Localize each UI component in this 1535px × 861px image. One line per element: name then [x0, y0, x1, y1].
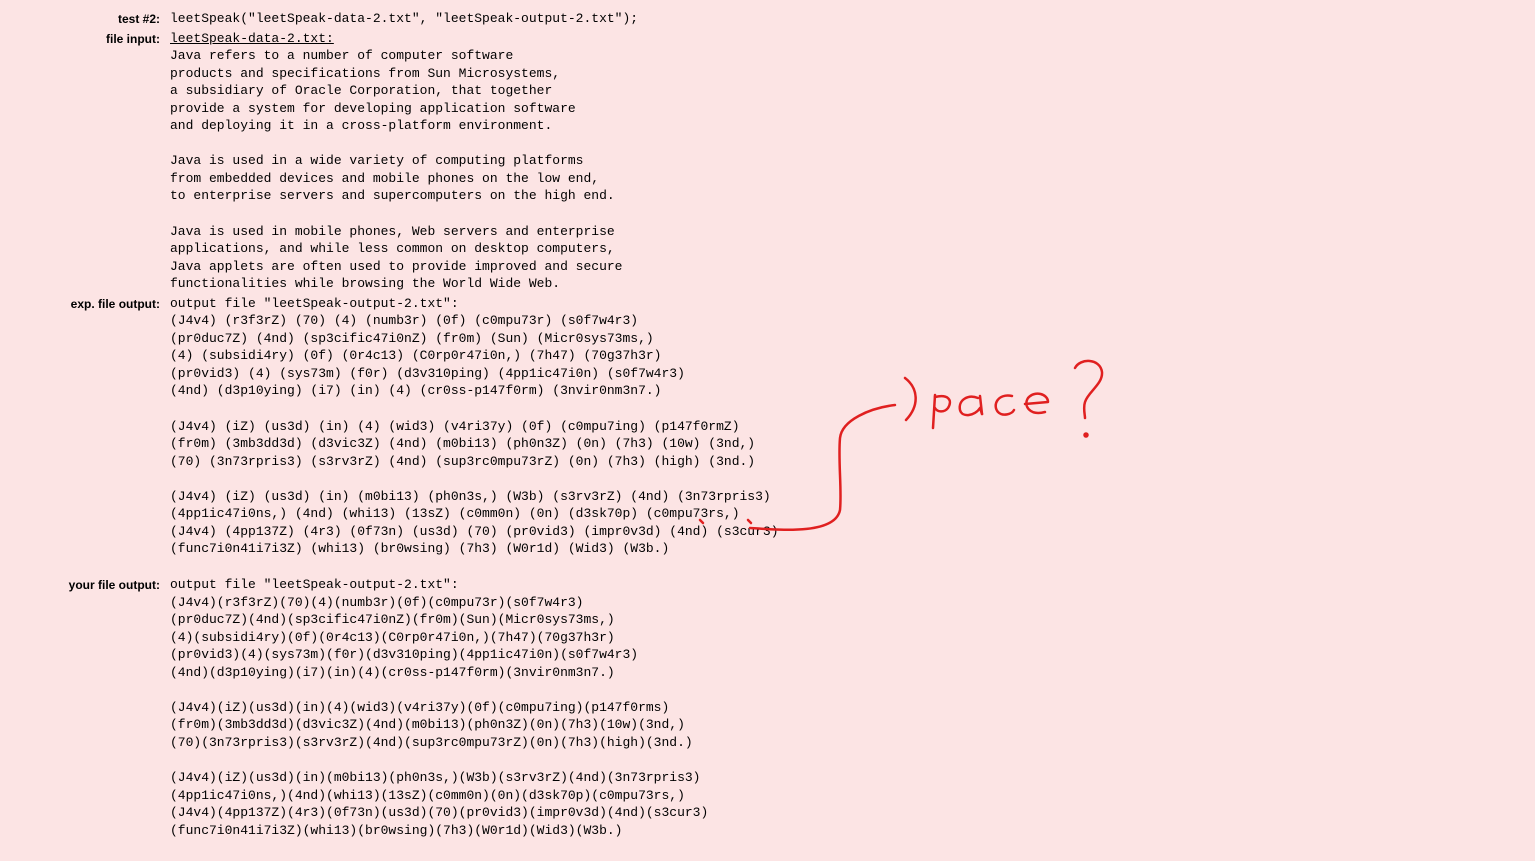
- exp-output-content: output file "leetSpeak-output-2.txt": (J…: [170, 295, 779, 558]
- your-output-row: your file output: output file "leetSpeak…: [0, 576, 1535, 839]
- your-output-text: (J4v4)(r3f3rZ)(70)(4)(numb3r)(0f)(c0mpu7…: [170, 595, 708, 838]
- your-output-header: output file "leetSpeak-output-2.txt":: [170, 577, 459, 592]
- test-row: test #2: leetSpeak("leetSpeak-data-2.txt…: [0, 10, 1535, 28]
- exp-output-row: exp. file output: output file "leetSpeak…: [0, 295, 1535, 558]
- test-value: leetSpeak("leetSpeak-data-2.txt", "leetS…: [170, 10, 638, 28]
- test-label: test #2:: [0, 10, 170, 27]
- file-input-label: file input:: [0, 30, 170, 47]
- file-input-content: leetSpeak-data-2.txt: Java refers to a n…: [170, 30, 622, 293]
- file-input-text: Java refers to a number of computer soft…: [170, 48, 622, 291]
- file-input-row: file input: leetSpeak-data-2.txt: Java r…: [0, 30, 1535, 293]
- your-output-content: output file "leetSpeak-output-2.txt": (J…: [170, 576, 708, 839]
- file-input-filename: leetSpeak-data-2.txt:: [170, 31, 334, 46]
- exp-output-text: (J4v4) (r3f3rZ) (70) (4) (numb3r) (0f) (…: [170, 313, 779, 556]
- exp-output-label: exp. file output:: [0, 295, 170, 312]
- exp-output-header: output file "leetSpeak-output-2.txt":: [170, 296, 459, 311]
- your-output-label: your file output:: [0, 576, 170, 593]
